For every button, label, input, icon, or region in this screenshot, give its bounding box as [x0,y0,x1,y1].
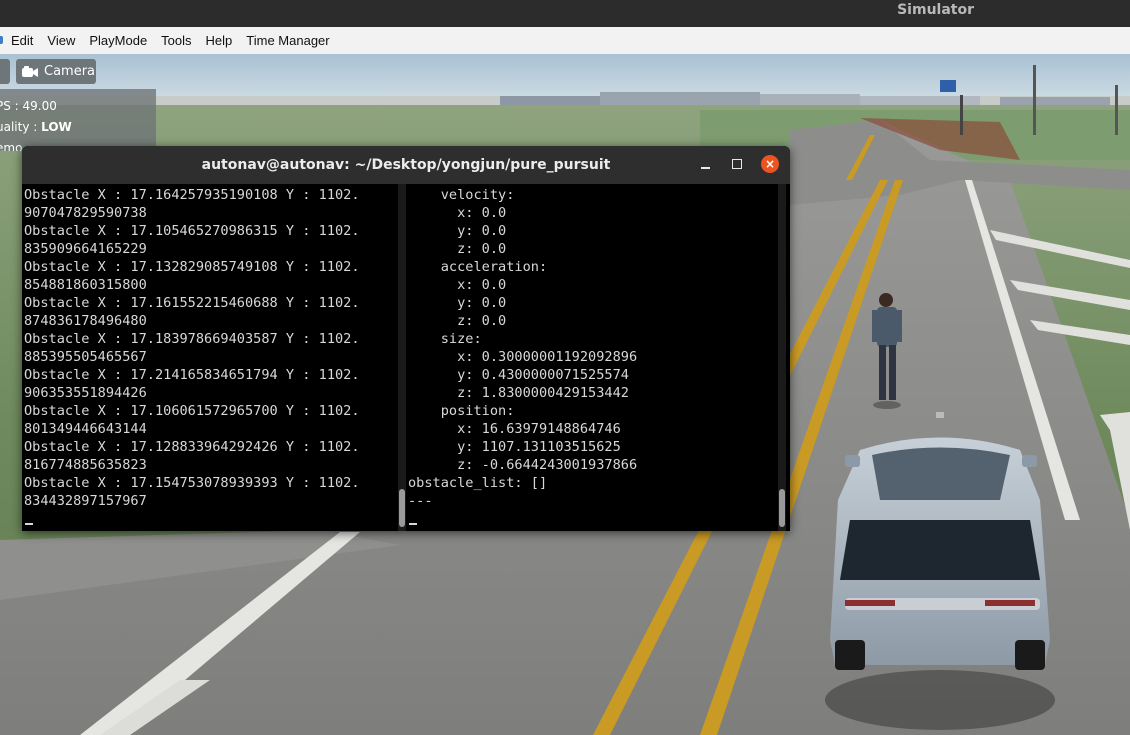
terminal-line: --- [408,493,433,509]
memory-label: emo [0,141,23,151]
stats-panel: PS : 49.00 uality : LOW emo [0,89,156,151]
system-top-bar: Simulator [0,0,1130,27]
left-pane-scrollbar[interactable] [398,184,406,531]
terminal-line: obstacle_list: [] [408,475,548,491]
terminal-title: autonav@autonav: ~/Desktop/yongjun/pure_… [201,157,611,173]
maximize-icon[interactable] [732,159,742,169]
terminal-pane-left[interactable]: Obstacle X : 17.164257935190108 Y : 1102… [22,184,398,531]
terminal-line: size: [408,331,482,347]
overlay-close-button[interactable] [0,59,10,84]
camera-button[interactable]: Camera [16,59,96,84]
terminal-line: 854881860315800 [24,277,147,293]
camera-label: Camera [44,64,96,79]
terminal-window[interactable]: autonav@autonav: ~/Desktop/yongjun/pure_… [22,146,790,531]
terminal-line: x: 0.0 [408,277,507,293]
terminal-line: Obstacle X : 17.161552215460688 Y : 1102… [24,295,360,311]
fps-label: PS : [0,99,19,113]
menu-edit[interactable]: Edit [11,33,33,48]
terminal-line: y: 0.4300000071525574 [408,367,629,383]
quality-row: uality : LOW [0,120,72,134]
terminal-line: 816774885635823 [24,457,147,473]
terminal-line: y: 0.0 [408,295,507,311]
app-title: Simulator [897,2,974,18]
terminal-line: z: 0.0 [408,313,507,329]
terminal-line: x: 16.63979148864746 [408,421,621,437]
terminal-line: y: 0.0 [408,223,507,239]
close-icon[interactable]: × [761,155,779,173]
terminal-line: position: [408,403,515,419]
terminal-line: Obstacle X : 17.164257935190108 Y : 1102… [24,187,360,203]
left-pane-output: Obstacle X : 17.164257935190108 Y : 1102… [24,186,360,510]
terminal-line: 907047829590738 [24,205,147,221]
terminal-line: Obstacle X : 17.128833964292426 Y : 1102… [24,439,360,455]
right-pane-scroll-thumb[interactable] [779,489,785,527]
terminal-line: x: 0.30000001192092896 [408,349,638,365]
terminal-line: 801349446643144 [24,421,147,437]
terminal-line: velocity: [408,187,515,203]
menu-time-manager[interactable]: Time Manager [246,33,329,48]
memory-row: emo [0,141,22,151]
terminal-line: Obstacle X : 17.154753078939393 Y : 1102… [24,475,360,491]
terminal-titlebar[interactable]: autonav@autonav: ~/Desktop/yongjun/pure_… [22,146,790,184]
terminal-line: z: 0.0 [408,241,507,257]
terminal-line: acceleration: [408,259,548,275]
terminal-line: 885395505465567 [24,349,147,365]
right-pane-cursor [409,523,417,525]
terminal-line: Obstacle X : 17.106061572965700 Y : 1102… [24,403,360,419]
terminal-line: Obstacle X : 17.183978669403587 Y : 1102… [24,331,360,347]
minimize-icon[interactable] [699,154,713,170]
left-pane-cursor [25,523,33,525]
quality-label: uality : [0,120,42,134]
terminal-line: 835909664165229 [24,241,147,257]
terminal-line: 906353551894426 [24,385,147,401]
left-pane-scroll-thumb[interactable] [399,489,405,527]
menu-view[interactable]: View [47,33,75,48]
terminal-line: z: 1.8300000429153442 [408,385,629,401]
terminal-line: Obstacle X : 17.105465270986315 Y : 1102… [24,223,360,239]
terminal-line: 874836178496480 [24,313,147,329]
right-pane-output: velocity: x: 0.0 y: 0.0 z: 0.0 accelerat… [408,186,637,510]
terminal-line: x: 0.0 [408,205,507,221]
terminal-line: 834432897157967 [24,493,147,509]
menu-help[interactable]: Help [206,33,233,48]
menu-tools[interactable]: Tools [161,33,191,48]
camera-icon [22,65,38,77]
menu-edge-marker [0,36,3,44]
terminal-line: Obstacle X : 17.214165834651794 Y : 1102… [24,367,360,383]
fps-value: 49.00 [22,99,57,113]
terminal-line: y: 1107.131103515625 [408,439,621,455]
simulator-menu-bar: Edit View PlayMode Tools Help Time Manag… [0,27,1130,55]
terminal-pane-right[interactable]: velocity: x: 0.0 y: 0.0 z: 0.0 accelerat… [406,184,776,531]
fps-row: PS : 49.00 [0,99,57,113]
terminal-line: Obstacle X : 17.132829085749108 Y : 1102… [24,259,360,275]
menu-playmode[interactable]: PlayMode [89,33,147,48]
right-pane-scrollbar[interactable] [778,184,786,531]
quality-value: LOW [41,120,72,134]
terminal-line: z: -0.6644243001937866 [408,457,638,473]
